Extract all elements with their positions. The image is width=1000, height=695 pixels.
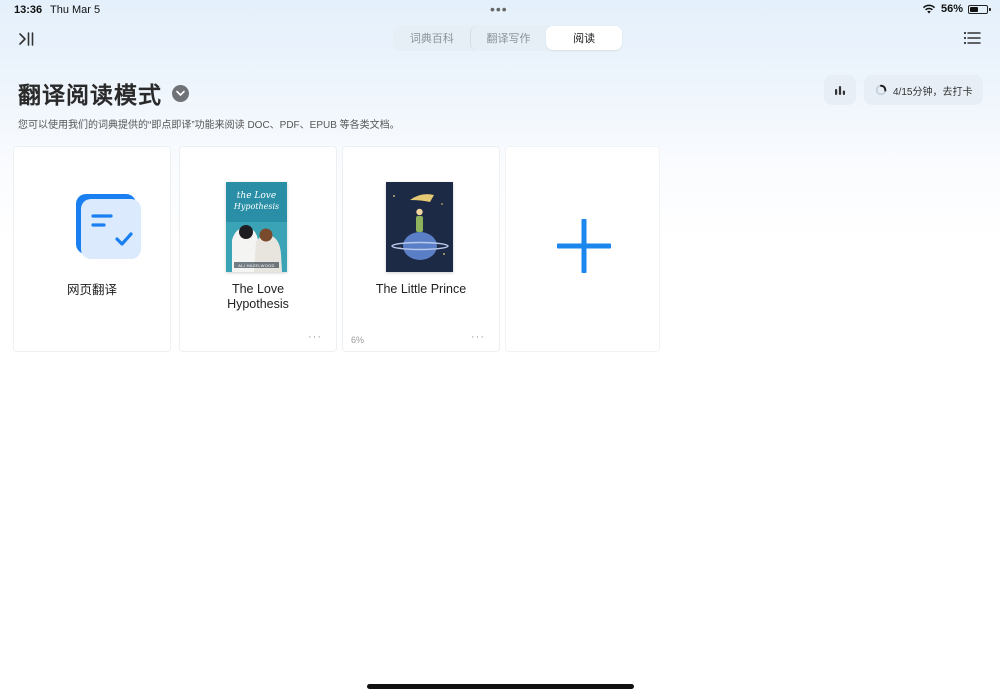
sidebar-toggle-icon[interactable] (18, 31, 36, 47)
statistics-button[interactable] (824, 75, 856, 105)
mode-tabs: 词典百科 翻译写作 阅读 (393, 25, 623, 51)
card-label: The Love Hypothesis (227, 282, 289, 311)
home-indicator[interactable] (367, 684, 634, 689)
book-cover-love-hypothesis: the Love Hypothesis ALI HAZELWOOD (226, 182, 287, 272)
card-label: The Little Prince (375, 282, 467, 296)
web-translate-card[interactable]: 网页翻译 (13, 146, 171, 352)
more-options-icon[interactable]: ··· (308, 331, 322, 343)
page-title: 翻译阅读模式 (18, 82, 162, 108)
tab-reading[interactable]: 阅读 (546, 26, 623, 50)
cover-title-line2: Hypothesis (233, 202, 280, 211)
chevron-down-icon[interactable] (172, 84, 189, 102)
checkin-button[interactable]: 4/15分钟，去打卡 (864, 75, 983, 105)
plus-icon (557, 219, 611, 273)
title-row: 翻译阅读模式 (18, 76, 189, 110)
list-menu-icon[interactable] (963, 30, 981, 46)
tab-translate-write[interactable]: 翻译写作 (469, 26, 547, 50)
book-card-love-hypothesis[interactable]: the Love Hypothesis ALI HAZELWOOD The Lo… (179, 146, 337, 352)
status-date: Thu Mar 5 (50, 4, 101, 16)
more-options-icon[interactable]: ··· (471, 331, 485, 343)
multitask-dots-icon[interactable]: ••• (490, 1, 508, 17)
battery-percent: 56% (940, 3, 963, 15)
book-card-little-prince[interactable]: The Little Prince 6% ··· (342, 146, 500, 352)
card-label: 网页翻译 (66, 283, 117, 297)
page-subtitle: 您可以使用我们的词典提供的“即点即译”功能来阅读 DOC、PDF、EPUB 等各… (18, 120, 400, 131)
cover-author: ALI HAZELWOOD (238, 263, 275, 268)
battery-level-fill (970, 6, 979, 12)
web-translate-icon (74, 192, 142, 260)
tab-dictionary[interactable]: 词典百科 (394, 26, 470, 50)
progress-ring-icon (875, 84, 887, 96)
status-bar: 13:36 Thu Mar 5 ••• 56% (0, 0, 1000, 20)
book-cover-little-prince (386, 182, 453, 272)
checkin-label: 4/15分钟，去打卡 (893, 86, 973, 98)
add-document-card[interactable] (505, 146, 660, 352)
cover-title-line1: the Love (236, 191, 277, 201)
wifi-icon (922, 4, 935, 14)
reading-progress: 6% (351, 335, 365, 345)
bar-chart-icon (835, 86, 845, 95)
status-time: 13:36 (14, 4, 43, 16)
battery-icon (968, 4, 991, 14)
status-right: 56% (922, 3, 991, 15)
